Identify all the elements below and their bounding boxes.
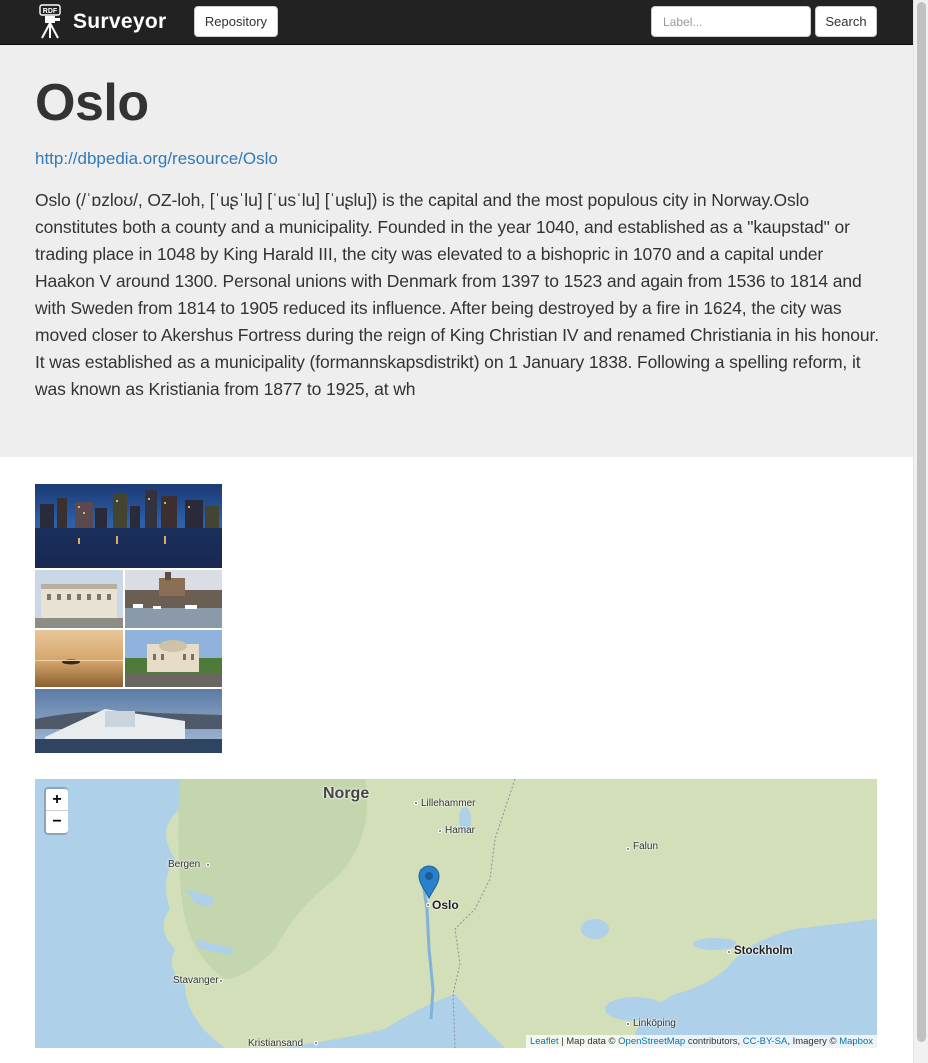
zoom-control: + − (44, 787, 68, 835)
label-search-input[interactable] (651, 6, 811, 37)
map-label-lillehammer: Lillehammer (421, 798, 476, 809)
brand-name: Surveyor (73, 10, 167, 33)
gallery-image-fortress[interactable] (125, 570, 222, 628)
map-label-stockholm: Stockholm (734, 945, 793, 957)
map-dot-bergen (206, 863, 210, 867)
attribution-text-contributors: contributors, (685, 1036, 743, 1047)
mapbox-link[interactable]: Mapbox (839, 1036, 873, 1047)
gallery-image-sunset[interactable] (35, 630, 123, 687)
attribution-text-imagery: , Imagery © (787, 1036, 840, 1047)
map-dot-lillehammer (414, 801, 418, 805)
resource-header: Oslo http://dbpedia.org/resource/Oslo Os… (0, 45, 913, 457)
search-button[interactable]: Search (815, 6, 877, 37)
map-label-falun: Falun (633, 841, 659, 852)
map-label-stavanger: Stavanger (173, 975, 219, 986)
location-map[interactable]: + − Norge Lillehammer Hamar Bergen Falun… (35, 779, 877, 1048)
map-dot-linkoping (626, 1022, 630, 1026)
zoom-out-button[interactable]: − (46, 811, 68, 833)
map-label-norge: Norge (323, 785, 370, 802)
map-dot-oslo (426, 903, 430, 907)
gallery-image-opera-house[interactable] (35, 689, 222, 753)
gallery-image-palace[interactable] (35, 570, 123, 628)
gallery-image-skyline[interactable] (35, 484, 222, 568)
resource-uri-link[interactable]: http://dbpedia.org/resource/Oslo (35, 149, 278, 169)
map-dot-kristiansand (314, 1041, 318, 1045)
page-title: Oslo (35, 74, 149, 132)
top-navbar: RDF Surveyor Repository Search (0, 0, 913, 45)
map-label-bergen: Bergen (168, 859, 201, 870)
resource-abstract: Oslo (/ˈɒzloʊ/, OZ-loh, [ˈuʂˈlu] [ˈusˈlu… (35, 190, 880, 399)
camera-rdf-logo-icon: RDF (38, 4, 68, 40)
map-label-oslo: Oslo (432, 898, 459, 912)
attribution-text-map-data: | Map data © (558, 1036, 619, 1047)
map-label-hamar: Hamar (445, 825, 476, 836)
map-marker-icon[interactable] (418, 865, 440, 900)
map-attribution: Leaflet | Map data © OpenStreetMap contr… (525, 1035, 877, 1048)
repository-button[interactable]: Repository (194, 6, 278, 37)
map-label-kristiansand: Kristiansand (248, 1038, 304, 1048)
zoom-in-button[interactable]: + (46, 789, 68, 811)
scrollbar-thumb[interactable] (917, 2, 926, 1042)
map-label-linkoping: Linköping (633, 1018, 676, 1029)
gallery-image-parliament[interactable] (125, 630, 222, 687)
map-dot-stockholm (727, 950, 731, 954)
license-link[interactable]: CC-BY-SA (743, 1036, 788, 1047)
leaflet-link[interactable]: Leaflet (530, 1036, 559, 1047)
map-dot-falun (626, 847, 630, 851)
vertical-scrollbar[interactable] (913, 0, 928, 1063)
openstreetmap-link[interactable]: OpenStreetMap (618, 1036, 685, 1047)
map-dot-hamar (438, 829, 442, 833)
svg-text:RDF: RDF (43, 8, 58, 15)
map-dot-stavanger (219, 979, 223, 983)
brand-link[interactable]: RDF Surveyor (38, 4, 166, 40)
